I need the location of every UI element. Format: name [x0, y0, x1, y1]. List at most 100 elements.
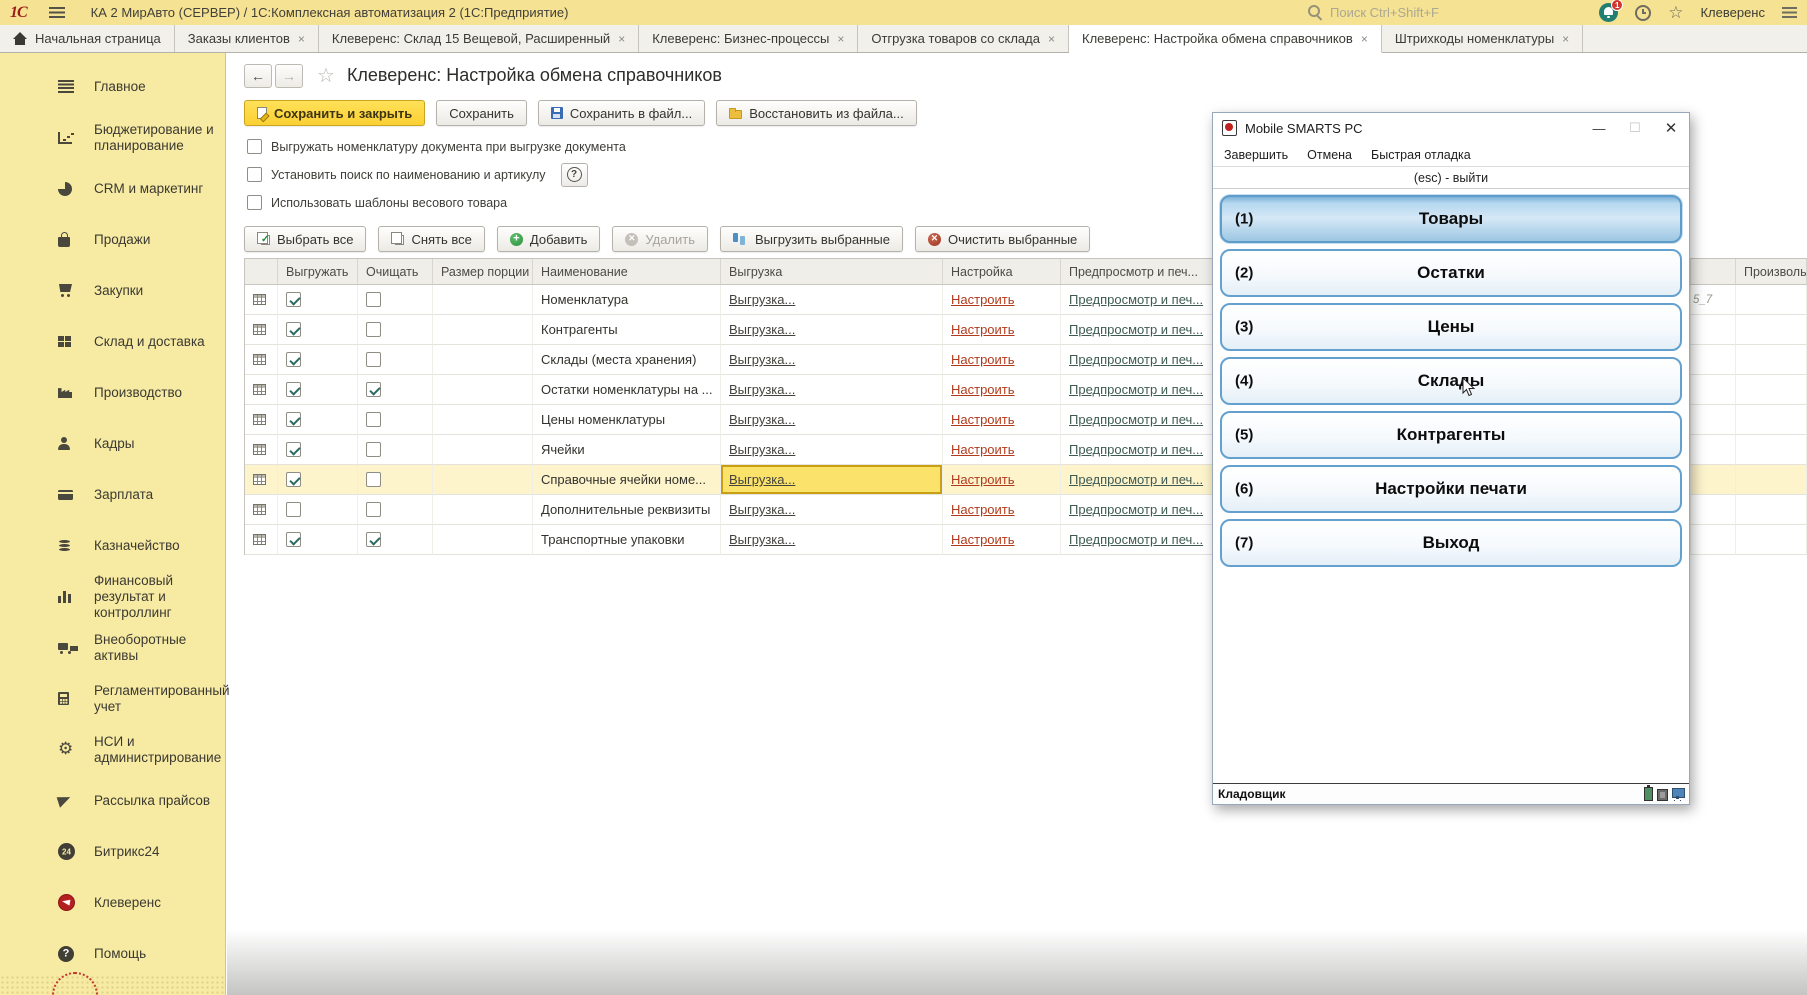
sidebar-item-regulated[interactable]: Регламентированный учет: [0, 673, 225, 724]
preview-print-link[interactable]: Предпросмотр и печ...: [1069, 442, 1203, 457]
sidebar-item-bitrix24[interactable]: Битрикс24: [0, 826, 225, 877]
select-all-button[interactable]: Выбрать все: [244, 226, 366, 252]
selected-cell[interactable]: Выгрузка...: [721, 465, 943, 495]
tab-customer-orders[interactable]: Заказы клиентов ×: [175, 25, 319, 52]
upload-selected-button[interactable]: Выгрузить выбранные: [720, 226, 903, 252]
upload-link[interactable]: Выгрузка...: [729, 322, 795, 337]
clear-checkbox[interactable]: [366, 412, 381, 427]
export-checkbox[interactable]: [286, 352, 301, 367]
menu-button-goods[interactable]: (1)Товары: [1220, 195, 1682, 243]
configure-link[interactable]: Настроить: [951, 412, 1015, 427]
export-checkbox[interactable]: [286, 412, 301, 427]
row-handle-icon[interactable]: [253, 474, 266, 485]
dialog-title-bar[interactable]: Mobile SMARTS PC — ☐ ✕: [1213, 113, 1689, 143]
configure-link[interactable]: Настроить: [951, 322, 1015, 337]
option-checkbox-export-nomenclature[interactable]: [247, 139, 262, 154]
back-button[interactable]: ←: [244, 64, 272, 88]
sidebar-item-help[interactable]: Помощь: [0, 928, 225, 979]
configure-link[interactable]: Настроить: [951, 532, 1015, 547]
export-checkbox[interactable]: [286, 382, 301, 397]
service-menu-icon[interactable]: [1782, 7, 1797, 18]
restore-from-file-button[interactable]: Восстановить из файла...: [716, 100, 917, 126]
clear-checkbox[interactable]: [366, 502, 381, 517]
row-handle-icon[interactable]: [253, 294, 266, 305]
maximize-button[interactable]: ☐: [1617, 113, 1653, 143]
configure-link[interactable]: Настроить: [951, 442, 1015, 457]
notifications-bell-icon[interactable]: 1: [1599, 3, 1618, 22]
tab-cleverence-business-processes[interactable]: Клеверенс: Бизнес-процессы ×: [639, 25, 858, 52]
configure-link[interactable]: Настроить: [951, 382, 1015, 397]
menu-item-finish[interactable]: Завершить: [1224, 148, 1288, 162]
clear-checkbox[interactable]: [366, 322, 381, 337]
sidebar-item-sales[interactable]: Продажи: [0, 214, 225, 265]
sidebar-item-cleverence[interactable]: Клеверенс: [0, 877, 225, 928]
close-button[interactable]: ✕: [1653, 113, 1689, 143]
clear-checkbox[interactable]: [366, 532, 381, 547]
row-handle-icon[interactable]: [253, 414, 266, 425]
configure-link[interactable]: Настроить: [951, 472, 1015, 487]
tab-home[interactable]: Начальная страница: [0, 25, 175, 52]
clear-checkbox[interactable]: [366, 382, 381, 397]
export-checkbox[interactable]: [286, 472, 301, 487]
preview-print-link[interactable]: Предпросмотр и печ...: [1069, 322, 1203, 337]
history-icon[interactable]: [1635, 5, 1651, 21]
sidebar-item-finresult[interactable]: Финансовый результат и контроллинг: [0, 571, 225, 622]
preview-print-link[interactable]: Предпросмотр и печ...: [1069, 532, 1203, 547]
sidebar-item-nsi-admin[interactable]: НСИ и администрирование: [0, 724, 225, 775]
row-handle-icon[interactable]: [253, 384, 266, 395]
preview-print-link[interactable]: Предпросмотр и печ...: [1069, 412, 1203, 427]
preview-print-link[interactable]: Предпросмотр и печ...: [1069, 502, 1203, 517]
tab-close-icon[interactable]: ×: [1562, 32, 1569, 46]
clear-checkbox[interactable]: [366, 292, 381, 307]
export-checkbox[interactable]: [286, 322, 301, 337]
save-button[interactable]: Сохранить: [436, 100, 527, 126]
tab-close-icon[interactable]: ×: [1048, 32, 1055, 46]
preview-print-link[interactable]: Предпросмотр и печ...: [1069, 292, 1203, 307]
add-button[interactable]: Добавить: [497, 226, 600, 252]
clear-checkbox[interactable]: [366, 472, 381, 487]
sidebar-item-production[interactable]: Производство: [0, 367, 225, 418]
tab-barcodes[interactable]: Штрихкоды номенклатуры ×: [1382, 25, 1583, 52]
menu-button-contractors[interactable]: (5)Контрагенты: [1220, 411, 1682, 459]
export-checkbox[interactable]: [286, 502, 301, 517]
option-checkbox-search-by-name[interactable]: [247, 167, 262, 182]
menu-button-print-settings[interactable]: (6)Настройки печати: [1220, 465, 1682, 513]
upload-link[interactable]: Выгрузка...: [729, 412, 795, 427]
menu-button-prices[interactable]: (3)Цены: [1220, 303, 1682, 351]
option-checkbox-weight-templates[interactable]: [247, 195, 262, 210]
export-checkbox[interactable]: [286, 442, 301, 457]
clear-checkbox[interactable]: [366, 352, 381, 367]
menu-button-stock[interactable]: (2)Остатки: [1220, 249, 1682, 297]
menu-item-quick-debug[interactable]: Быстрая отладка: [1371, 148, 1471, 162]
configure-link[interactable]: Настроить: [951, 292, 1015, 307]
save-and-close-button[interactable]: Сохранить и закрыть: [244, 100, 425, 126]
menu-button-warehouses[interactable]: (4)Склады: [1220, 357, 1682, 405]
menu-item-cancel[interactable]: Отмена: [1307, 148, 1352, 162]
preview-print-link[interactable]: Предпросмотр и печ...: [1069, 352, 1203, 367]
sidebar-item-pricelists[interactable]: Рассылка прайсов: [0, 775, 225, 826]
clear-selected-button[interactable]: Очистить выбранные: [915, 226, 1090, 252]
configure-link[interactable]: Настроить: [951, 352, 1015, 367]
row-handle-icon[interactable]: [253, 504, 266, 515]
configure-link[interactable]: Настроить: [951, 502, 1015, 517]
sidebar-item-budgeting[interactable]: Бюджетирование и планирование: [0, 112, 225, 163]
tab-close-icon[interactable]: ×: [618, 32, 625, 46]
current-user-label[interactable]: Клеверенс: [1700, 5, 1765, 20]
tab-close-icon[interactable]: ×: [298, 32, 305, 46]
hamburger-menu-icon[interactable]: [49, 7, 65, 18]
sidebar-item-main[interactable]: Главное: [0, 61, 225, 112]
sidebar-item-warehouse[interactable]: Склад и доставка: [0, 316, 225, 367]
preview-print-link[interactable]: Предпросмотр и печ...: [1069, 382, 1203, 397]
sidebar-item-purchases[interactable]: Закупки: [0, 265, 225, 316]
upload-link[interactable]: Выгрузка...: [729, 532, 795, 547]
forward-button[interactable]: →: [275, 64, 303, 88]
favorites-star-icon[interactable]: ☆: [1668, 4, 1683, 21]
global-search[interactable]: Поиск Ctrl+Shift+F: [1308, 0, 1439, 25]
tab-cleverence-sklad15[interactable]: Клеверенс: Склад 15 Вещевой, Расширенный…: [319, 25, 639, 52]
upload-link[interactable]: Выгрузка...: [729, 442, 795, 457]
delete-button[interactable]: Удалить: [612, 226, 708, 252]
upload-link[interactable]: Выгрузка...: [729, 472, 795, 487]
tab-exchange-settings[interactable]: Клеверенс: Настройка обмена справочников…: [1069, 25, 1382, 53]
upload-link[interactable]: Выгрузка...: [729, 292, 795, 307]
row-handle-icon[interactable]: [253, 354, 266, 365]
